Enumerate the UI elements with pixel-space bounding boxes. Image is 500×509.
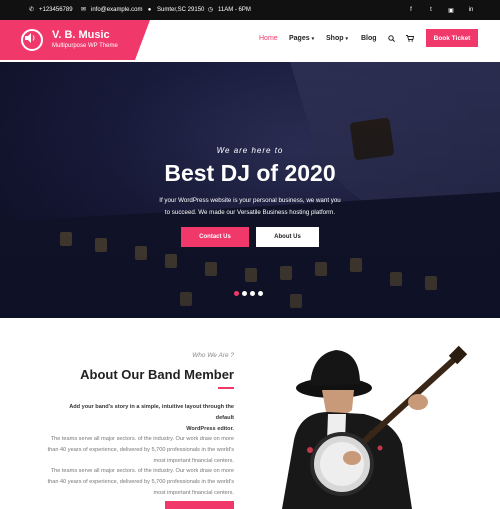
brand-tagline: Multipurpose WP Theme (52, 43, 118, 49)
read-more-button[interactable] (165, 501, 234, 509)
brand-logo[interactable]: V. B. Music Multipurpose WP Theme (0, 20, 150, 60)
location-info: ● Sumter,SC 29150 (146, 0, 205, 20)
para2-line-2: than 40 years of experience, delivered b… (47, 479, 234, 485)
slider-dot-3[interactable] (250, 291, 255, 296)
nav-blog[interactable]: Blog (361, 35, 377, 42)
hours-info: ◷ 11AM - 6PM (207, 0, 251, 20)
location-text: Sumter,SC 29150 (157, 7, 205, 13)
phone-icon: ✆ (28, 6, 35, 13)
para2-line-1: The teams serve all major sectors. of th… (50, 468, 234, 474)
speaker-icon (21, 29, 43, 51)
para1-line-1: The teams serve all major sectors. of th… (50, 436, 234, 442)
contact-us-button[interactable]: Contact Us (181, 227, 249, 247)
hero-subtitle: We are here to (216, 146, 284, 155)
nav-shop-label: Shop (326, 35, 344, 42)
social-links: f t ▣ in (407, 0, 475, 20)
site-header: V. B. Music Multipurpose WP Theme Home P… (0, 20, 500, 60)
about-paragraph-2: The teams serve all major sectors. of th… (34, 466, 234, 499)
section-eyebrow: Who We Are ? (192, 352, 234, 359)
top-bar: ✆ +123456789 ✉ info@example.com ● Sumter… (0, 0, 500, 20)
cart-icon[interactable] (406, 35, 415, 44)
banjo-player-image (282, 345, 468, 509)
clock-icon: ◷ (207, 6, 214, 13)
mail-icon: ✉ (80, 6, 87, 13)
phone-info[interactable]: ✆ +123456789 (28, 0, 73, 20)
slider-dot-1[interactable] (234, 291, 239, 296)
about-us-button[interactable]: About Us (256, 227, 319, 247)
brand-name: V. B. Music (52, 29, 110, 41)
email-info[interactable]: ✉ info@example.com (80, 0, 142, 20)
chevron-down-icon: ▾ (311, 36, 315, 42)
hero-overlay (0, 62, 500, 318)
slider-dot-4[interactable] (258, 291, 263, 296)
hours-text: 11AM - 6PM (218, 7, 251, 13)
hero-slider: We are here to Best DJ of 2020 If your W… (0, 62, 500, 318)
para1-line-2: than 40 years of experience, delivered b… (47, 447, 234, 453)
linkedin-icon[interactable]: in (467, 7, 475, 13)
nav-home[interactable]: Home (259, 35, 278, 42)
nav-pages[interactable]: Pages ▾ (289, 35, 314, 42)
hero-text-line-2: to succeed. We made our Versatile Busine… (164, 209, 336, 216)
hero-text-line-1: If your WordPress website is your person… (159, 197, 341, 204)
about-paragraph-1: The teams serve all major sectors. of th… (34, 434, 234, 467)
slider-dot-2[interactable] (242, 291, 247, 296)
title-underline (218, 387, 234, 389)
about-intro: Add your band's story in a simple, intui… (54, 402, 234, 435)
facebook-icon[interactable]: f (407, 7, 415, 13)
nav-shop[interactable]: Shop ▾ (326, 35, 348, 42)
map-pin-icon: ● (147, 6, 152, 13)
instagram-icon[interactable]: ▣ (447, 7, 455, 14)
section-title: About Our Band Member (80, 367, 234, 382)
para2-line-3: most important financial centers. (153, 490, 234, 496)
chevron-down-icon: ▾ (345, 36, 348, 42)
hero-title: Best DJ of 2020 (164, 160, 336, 186)
intro-line-1: Add your band's story in a simple, intui… (69, 404, 234, 421)
search-icon[interactable] (388, 35, 395, 44)
slider-dots (234, 291, 263, 296)
email-text: info@example.com (91, 7, 143, 13)
phone-text: +123456789 (39, 7, 73, 13)
book-ticket-button[interactable]: Book Ticket (426, 29, 478, 47)
nav-pages-label: Pages (289, 35, 310, 42)
twitter-icon[interactable]: t (427, 7, 435, 13)
hero-description: If your WordPress website is your person… (140, 195, 360, 219)
